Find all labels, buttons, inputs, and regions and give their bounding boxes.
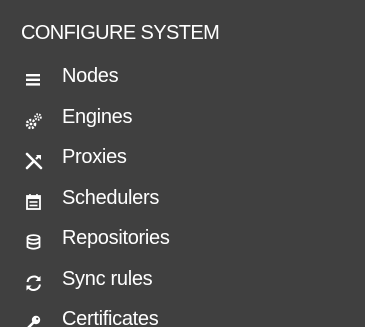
list-icon xyxy=(23,69,45,91)
menu-item-label: Schedulers xyxy=(62,186,160,209)
menu-item-label: Certificates xyxy=(62,308,159,327)
configure-system-panel: CONFIGURE SYSTEM Nodes Engines Proxies S… xyxy=(0,0,365,327)
menu-item-label: Engines xyxy=(62,105,133,128)
menu-item-repositories[interactable]: Repositories xyxy=(0,219,365,260)
gears-icon xyxy=(23,110,45,132)
configure-system-menu: Nodes Engines Proxies Schedulers Reposit… xyxy=(0,57,365,327)
sync-icon xyxy=(23,272,45,294)
menu-item-label: Sync rules xyxy=(62,267,153,290)
calendar-icon xyxy=(23,191,45,213)
menu-item-certificates[interactable]: Certificates xyxy=(0,300,365,327)
menu-item-label: Nodes xyxy=(62,65,119,88)
proxy-icon xyxy=(23,150,45,172)
menu-item-label: Proxies xyxy=(62,146,127,169)
menu-item-proxies[interactable]: Proxies xyxy=(0,138,365,179)
menu-item-nodes[interactable]: Nodes xyxy=(0,57,365,98)
section-title: CONFIGURE SYSTEM xyxy=(21,22,220,44)
menu-item-engines[interactable]: Engines xyxy=(0,98,365,139)
menu-item-label: Repositories xyxy=(62,227,170,250)
key-icon xyxy=(23,312,45,327)
menu-item-schedulers[interactable]: Schedulers xyxy=(0,179,365,220)
menu-item-sync-rules[interactable]: Sync rules xyxy=(0,260,365,301)
database-icon xyxy=(23,231,45,253)
